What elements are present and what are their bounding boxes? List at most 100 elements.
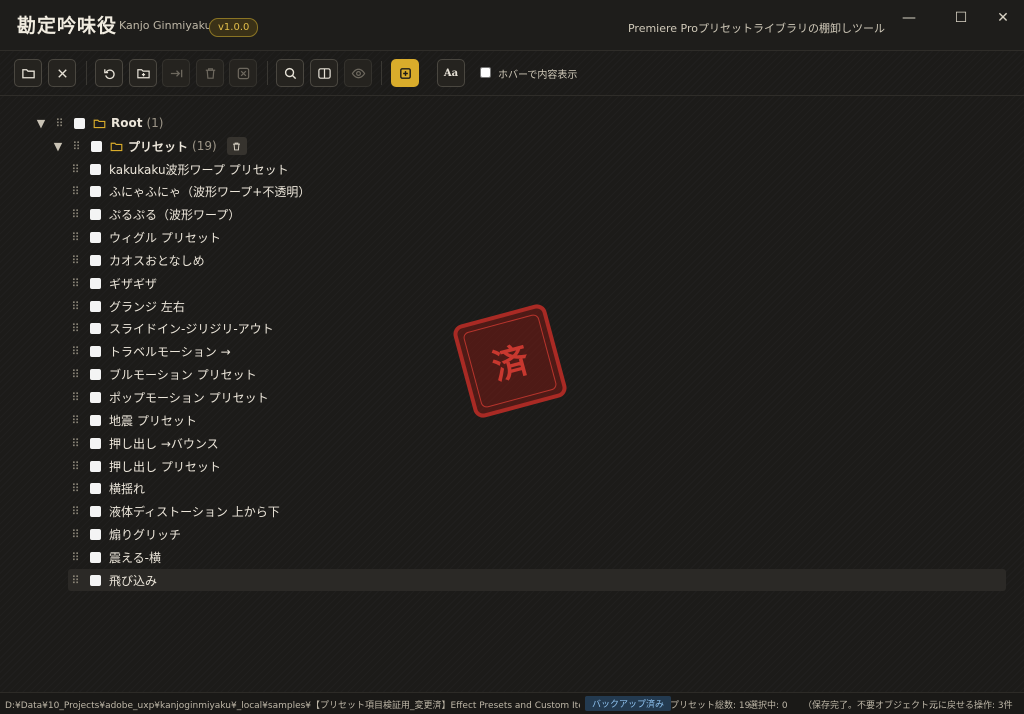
preset-item-row[interactable]: ⠿ カオスおとなしめ	[68, 249, 205, 271]
toolbar: Aa ホバーで内容表示	[0, 51, 1024, 96]
folder-icon	[110, 142, 123, 151]
preset-item-row[interactable]: ⠿ kakukaku波形ワープ プリセット	[68, 158, 288, 180]
drag-handle-icon[interactable]: ⠿	[68, 528, 82, 541]
close-file-button[interactable]	[48, 59, 76, 87]
close-window-button[interactable]: ✕	[980, 0, 1024, 36]
drag-handle-icon[interactable]: ⠿	[68, 231, 82, 244]
search-button[interactable]	[276, 59, 304, 87]
row-checkbox[interactable]	[90, 163, 101, 175]
row-checkbox[interactable]	[90, 186, 101, 198]
minimize-button[interactable]: —	[886, 0, 932, 36]
drag-handle-icon[interactable]: ⠿	[68, 254, 82, 267]
row-checkbox[interactable]	[90, 574, 101, 586]
status-bar: D:¥Data¥10_Projects¥adobe_uxp¥kanjoginmi…	[0, 692, 1024, 714]
app-subtitle: Kanjo Ginmiyaku	[119, 19, 212, 32]
drag-handle-icon[interactable]: ⠿	[68, 437, 82, 450]
preset-item-label: 飛び込み	[109, 573, 158, 588]
hover-preview-checkbox[interactable]	[480, 67, 491, 78]
add-folder-button[interactable]	[129, 59, 157, 87]
folder-delete-button[interactable]	[226, 137, 247, 155]
drag-handle-icon[interactable]: ⠿	[68, 551, 82, 564]
row-checkbox[interactable]	[90, 300, 101, 312]
compare-button[interactable]	[310, 59, 338, 87]
undo-button[interactable]	[95, 59, 123, 87]
drag-handle-icon[interactable]: ⠿	[68, 208, 82, 221]
preset-item-label: ギザギザ	[109, 276, 158, 291]
preset-item-row[interactable]: ⠿ 押し出し →バウンス	[68, 432, 218, 454]
compare-icon	[317, 67, 331, 79]
preset-item-label: カオスおとなしめ	[109, 253, 205, 268]
preset-item-label: グランジ 左右	[109, 299, 185, 314]
row-checkbox[interactable]	[90, 551, 101, 563]
close-file-icon	[57, 68, 67, 78]
row-checkbox[interactable]	[90, 277, 101, 289]
row-checkbox[interactable]	[90, 232, 101, 244]
preset-total: プリセット総数: 19	[670, 701, 751, 711]
preset-item-row[interactable]: ⠿ 液体ディストーション 上から下	[68, 501, 280, 523]
hover-preview-label: ホバーで内容表示	[498, 70, 578, 81]
row-checkbox[interactable]	[90, 209, 101, 221]
drag-handle-icon[interactable]: ⠿	[68, 322, 82, 335]
row-checkbox[interactable]	[90, 437, 101, 449]
row-checkbox[interactable]	[90, 529, 101, 541]
maximize-button[interactable]: ☐	[938, 0, 984, 36]
drag-handle-icon[interactable]: ⠿	[68, 482, 82, 495]
delete-button[interactable]	[196, 59, 224, 87]
open-folder-button[interactable]	[14, 59, 42, 87]
remove-button[interactable]	[229, 59, 257, 87]
row-checkbox[interactable]	[90, 369, 101, 381]
drag-handle-icon[interactable]: ⠿	[69, 140, 83, 153]
preset-item-row[interactable]: ⠿ 横揺れ	[68, 478, 145, 500]
preset-item-row[interactable]: ⠿ 煽りグリッチ	[68, 524, 181, 546]
row-checkbox[interactable]	[91, 140, 102, 152]
preset-item-row[interactable]: ⠿ ギザギザ	[68, 272, 157, 294]
preset-item-row[interactable]: ⠿ 地震 プリセット	[68, 409, 196, 431]
drag-handle-icon[interactable]: ⠿	[68, 163, 82, 176]
expand-triangle-icon[interactable]: ▼	[51, 140, 65, 153]
preset-item-row[interactable]: ⠿ ふにゃふにゃ（波形ワープ+不透明）	[68, 181, 310, 203]
preset-item-label: 液体ディストーション 上から下	[109, 505, 280, 520]
tree-row-root[interactable]: ▼ ⠿ Root (1)	[34, 112, 164, 134]
preset-item-row[interactable]: ⠿ グランジ 左右	[68, 295, 185, 317]
row-checkbox[interactable]	[90, 483, 101, 495]
preview-button[interactable]	[344, 59, 372, 87]
preset-item-row[interactable]: ⠿ ポップモーション プリセット	[68, 387, 268, 409]
row-checkbox[interactable]	[90, 346, 101, 358]
drag-handle-icon[interactable]: ⠿	[68, 414, 82, 427]
preset-item-row[interactable]: ⠿ ブルモーション プリセット	[68, 364, 256, 386]
drag-handle-icon[interactable]: ⠿	[68, 277, 82, 290]
preset-item-row[interactable]: ⠿ 押し出し プリセット	[68, 455, 221, 477]
drag-handle-icon[interactable]: ⠿	[68, 460, 82, 473]
drag-handle-icon[interactable]: ⠿	[68, 505, 82, 518]
preset-item-label: トラベルモーション →	[109, 345, 231, 360]
insert-button[interactable]	[391, 59, 419, 87]
preset-item-row[interactable]: ⠿ ウィグル プリセット	[68, 227, 220, 249]
drag-handle-icon[interactable]: ⠿	[68, 300, 82, 313]
app-tagline: Premiere Proプリセットライブラリの棚卸しツール	[627, 22, 885, 35]
move-to-button[interactable]	[162, 59, 190, 87]
tree-row-folder[interactable]: ▼ ⠿ プリセット (19)	[51, 135, 247, 157]
row-checkbox[interactable]	[90, 414, 101, 426]
row-checkbox[interactable]	[90, 506, 101, 518]
preset-item-row[interactable]: ⠿ ぷるぷる（波形ワープ）	[68, 204, 240, 226]
preset-item-row[interactable]: ⠿ 震える-横	[68, 546, 161, 568]
preset-item-row[interactable]: ⠿ スライドイン-ジリジリ-アウト	[68, 318, 273, 340]
row-checkbox[interactable]	[90, 323, 101, 335]
drag-handle-icon[interactable]: ⠿	[52, 117, 66, 130]
version-badge: v1.0.0	[209, 18, 259, 37]
row-checkbox[interactable]	[90, 460, 101, 472]
preset-item-label: 押し出し プリセット	[109, 459, 221, 474]
preset-item-row[interactable]: ⠿ 飛び込み	[68, 569, 1006, 592]
expand-triangle-icon[interactable]: ▼	[34, 117, 48, 130]
preset-item-label: 横揺れ	[109, 482, 146, 497]
preset-item-row[interactable]: ⠿ トラベルモーション →	[68, 341, 231, 363]
drag-handle-icon[interactable]: ⠿	[68, 391, 82, 404]
drag-handle-icon[interactable]: ⠿	[68, 185, 82, 198]
drag-handle-icon[interactable]: ⠿	[68, 345, 82, 358]
row-checkbox[interactable]	[90, 392, 101, 403]
row-checkbox[interactable]	[74, 117, 85, 129]
font-button[interactable]: Aa	[437, 59, 465, 87]
drag-handle-icon[interactable]: ⠿	[68, 368, 82, 381]
drag-handle-icon[interactable]: ⠿	[68, 574, 82, 587]
row-checkbox[interactable]	[90, 254, 101, 266]
